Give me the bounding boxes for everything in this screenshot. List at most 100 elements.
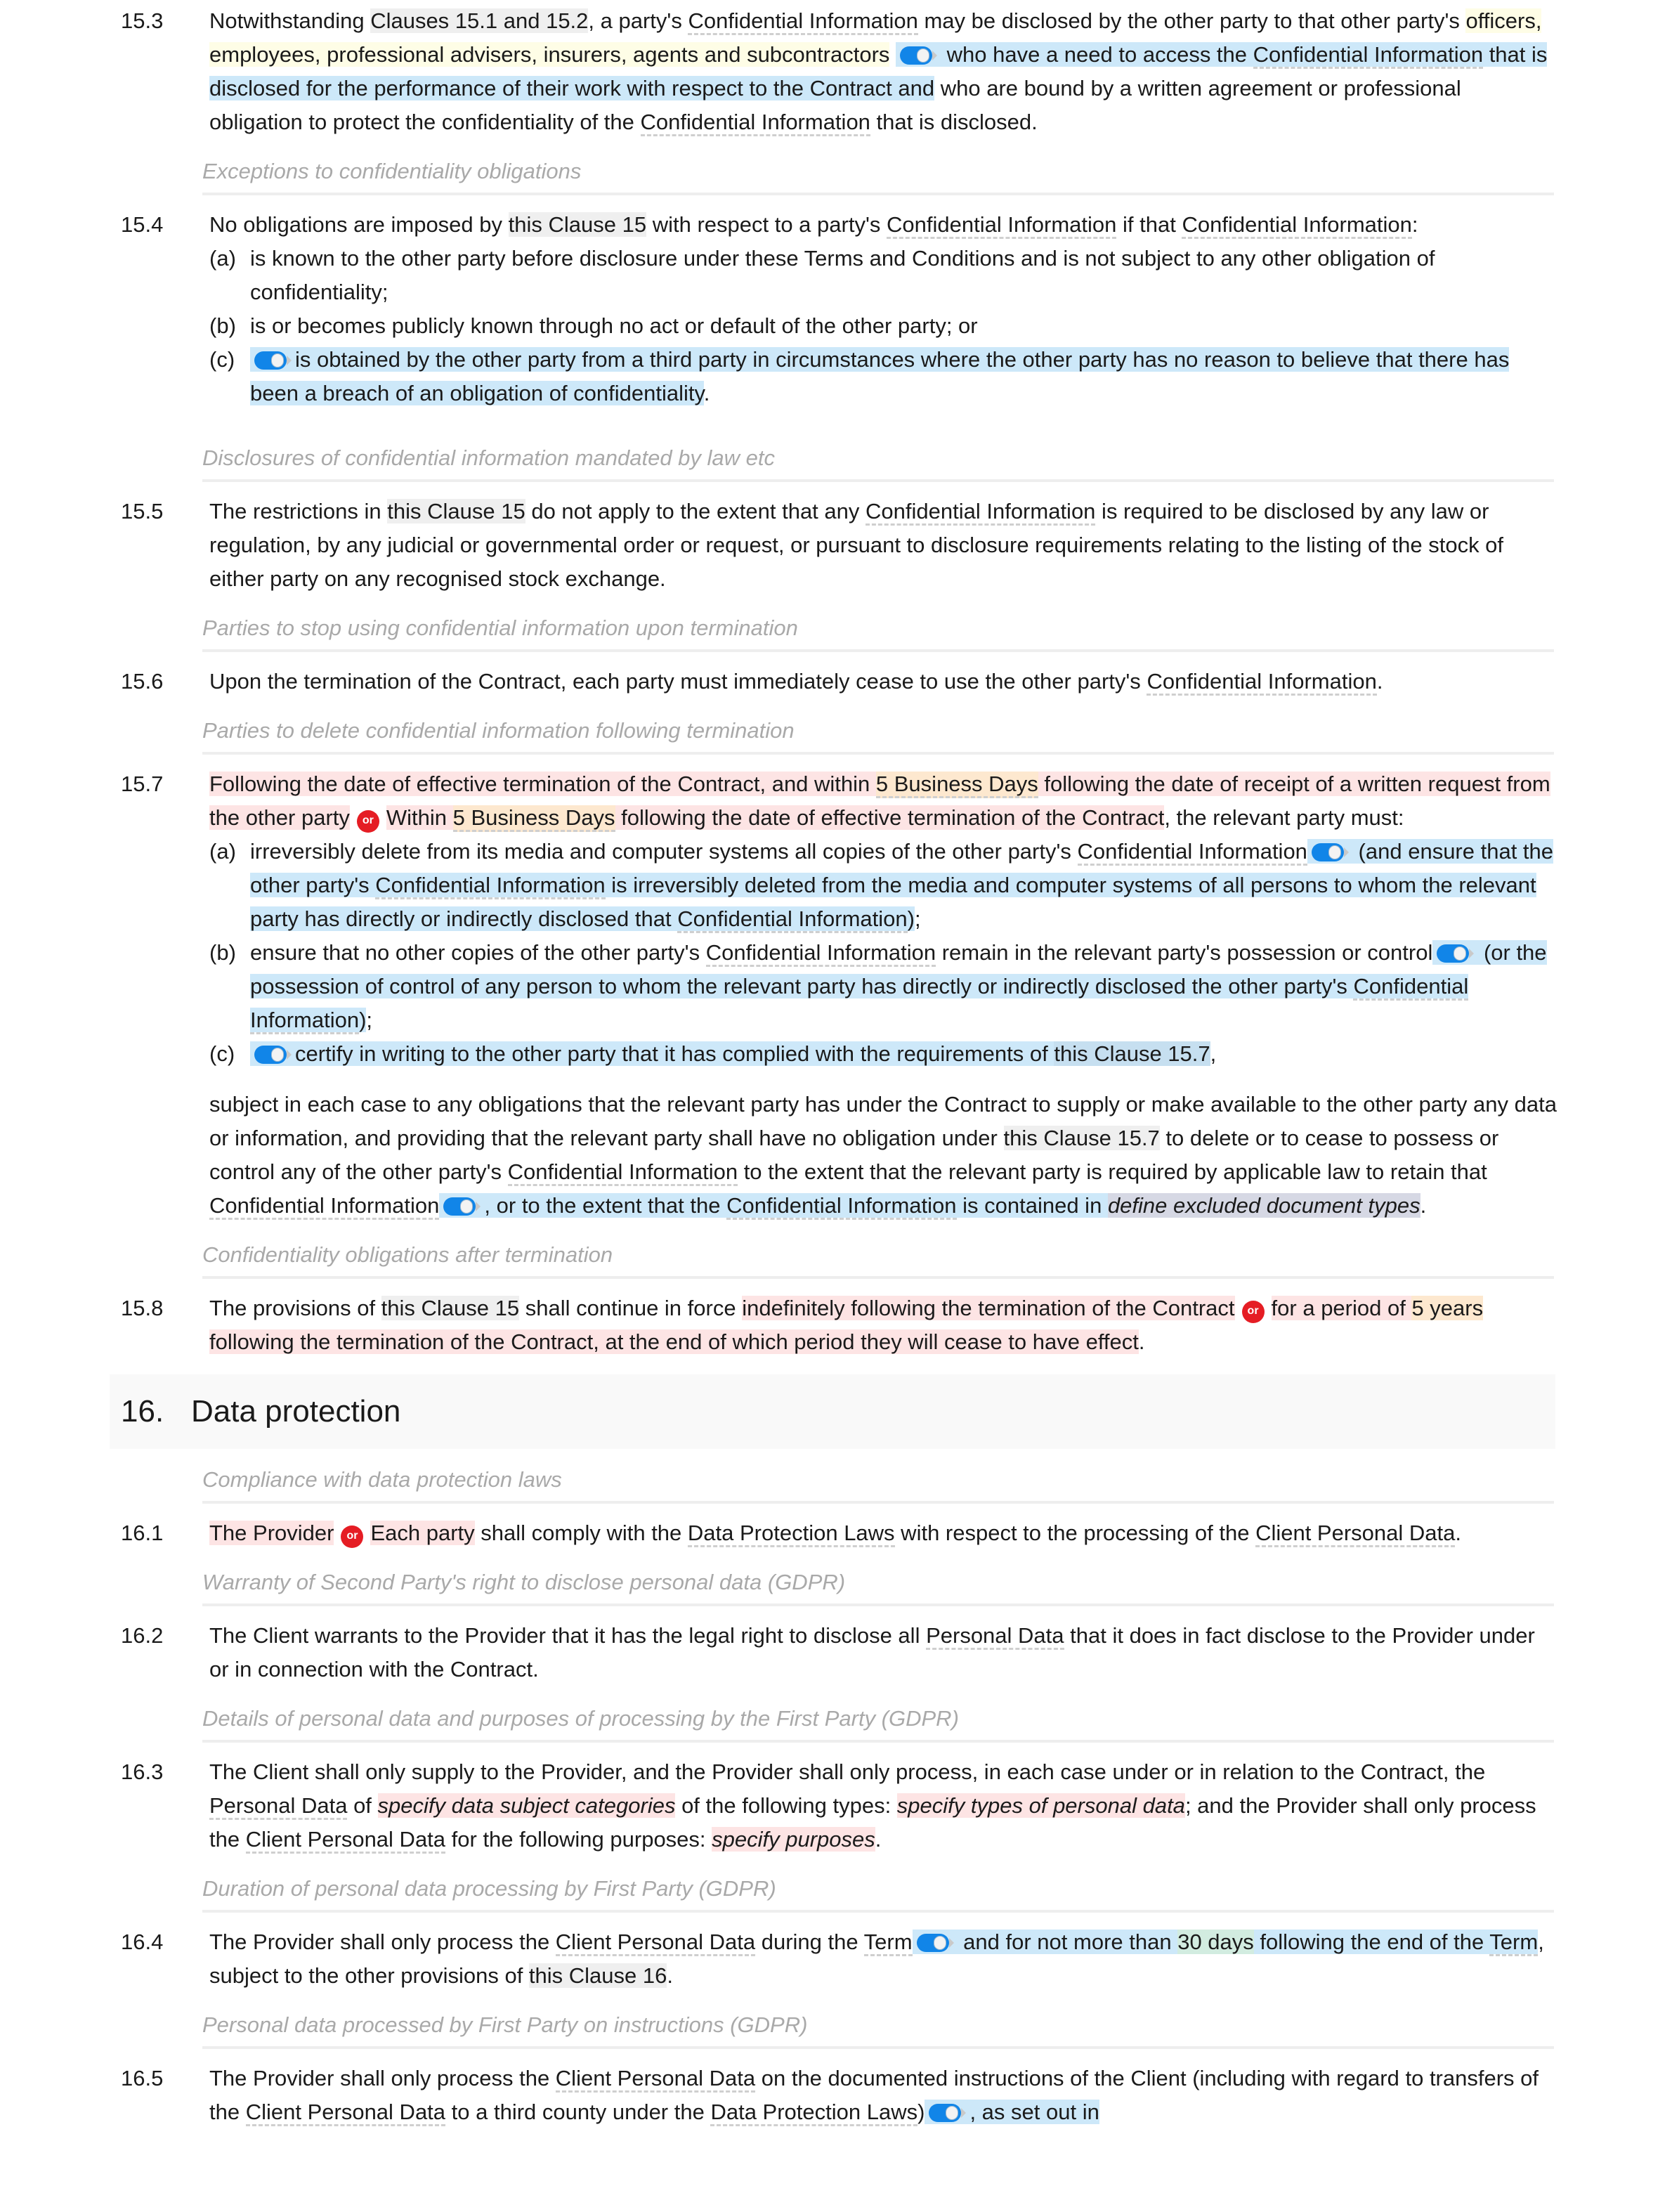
text: Upon the termination of the Contract, ea… [209, 669, 1147, 694]
option-toggle[interactable] [1437, 944, 1475, 963]
option-toggle[interactable] [929, 2104, 967, 2122]
text: with respect to a party's [646, 212, 887, 237]
text: ; [366, 1008, 373, 1032]
alternative-text[interactable]: indefinitely following the termination o… [742, 1296, 1235, 1320]
placeholder-field[interactable]: specify types of personal data [896, 1793, 1185, 1818]
variable-value[interactable]: 5 Business Days [452, 805, 615, 832]
clause-heading-note: Warranty of Second Party's right to disc… [202, 1566, 1554, 1606]
option-toggle[interactable] [254, 351, 292, 370]
defined-term[interactable]: Term [1489, 1930, 1539, 1956]
variable-value[interactable]: 5 years [1411, 1296, 1484, 1320]
defined-term[interactable]: Confidential Information [209, 1193, 440, 1220]
option-toggle[interactable] [900, 46, 938, 65]
or-badge[interactable]: or [356, 810, 379, 833]
defined-term[interactable]: Personal Data [209, 1793, 348, 1820]
defined-term[interactable]: Confidential Information [726, 1193, 957, 1220]
placeholder-field[interactable]: specify data subject categories [377, 1793, 676, 1818]
clause-heading-note: Disclosures of confidential information … [202, 441, 1554, 482]
alternative-text[interactable]: Within 5 Business Days following the dat… [386, 805, 1165, 832]
text: for the following purposes: [445, 1827, 712, 1852]
text: : [1411, 212, 1418, 237]
cross-reference[interactable]: this Clause 15 [381, 1296, 520, 1320]
toggle-arrow-icon [476, 1202, 481, 1211]
clause-heading-note: Compliance with data protection laws [202, 1463, 1554, 1504]
toggle-knob [917, 48, 930, 63]
defined-term[interactable]: Data Protection Laws [710, 2100, 918, 2126]
text: remain in the relevant party's possessio… [936, 940, 1433, 965]
cross-reference[interactable]: this Clause 15 [508, 212, 647, 237]
defined-term[interactable]: Personal Data [926, 1623, 1064, 1650]
cross-reference[interactable]: this Clause 15 [387, 499, 525, 523]
sub-item-text: certify in writing to the other party th… [250, 1037, 1560, 1071]
sub-item-b: (b) ensure that no other copies of the o… [209, 936, 1560, 1037]
defined-term[interactable]: Client Personal Data [1255, 1521, 1456, 1547]
text: irreversibly delete from its media and c… [250, 839, 1078, 864]
defined-term[interactable]: Confidential Information [677, 906, 908, 933]
sub-item-a: (a) irreversibly delete from its media a… [209, 835, 1560, 936]
sub-item-text: is obtained by the other party from a th… [250, 343, 1560, 410]
defined-term[interactable]: Confidential Information [688, 8, 918, 35]
option-toggle[interactable] [254, 1046, 292, 1064]
clause-text: The restrictions in this Clause 15 do no… [209, 495, 1560, 596]
defined-term[interactable]: Confidential Information [705, 940, 936, 967]
defined-term[interactable]: Client Personal Data [245, 2100, 446, 2126]
section-title: Data protection [191, 1394, 401, 1429]
text: following the date of effective terminat… [615, 805, 1165, 830]
placeholder-field[interactable]: define excluded document types [1107, 1193, 1420, 1218]
defined-term[interactable]: Confidential Information [1182, 212, 1412, 239]
defined-term[interactable]: Confidential Information [375, 873, 606, 899]
or-badge[interactable]: or [341, 1525, 364, 1548]
defined-term[interactable]: Confidential Information [1253, 42, 1484, 69]
clause-15-8: 15.8 The provisions of this Clause 15 sh… [112, 1292, 1560, 1359]
text: ) [359, 1008, 367, 1032]
text: to a third county under the [445, 2100, 711, 2124]
text: Notwithstanding [209, 8, 371, 33]
clause-heading-note: Confidentiality obligations after termin… [202, 1238, 1554, 1279]
text: do not apply to the extent that any [525, 499, 866, 523]
cross-reference[interactable]: this Clause 15.7 [1003, 1126, 1160, 1150]
option-toggle[interactable] [443, 1197, 481, 1216]
text: . [667, 1963, 673, 1988]
text: The provisions of [209, 1296, 381, 1320]
alternative-text[interactable]: Each party [370, 1521, 475, 1545]
clause-heading-note: Exceptions to confidentiality obligation… [202, 155, 1554, 195]
cross-reference[interactable]: this Clause 16 [528, 1963, 667, 1988]
defined-term[interactable]: Term [863, 1930, 913, 1956]
option-toggle[interactable] [916, 1934, 954, 1952]
clause-heading-note: Parties to stop using confidential infor… [202, 611, 1554, 652]
toggle-knob [271, 1048, 284, 1062]
clause-16-2: 16.2 The Client warrants to the Provider… [112, 1619, 1560, 1686]
toggle-arrow-icon [961, 2108, 967, 2118]
clause-text: The provisions of this Clause 15 shall c… [209, 1292, 1560, 1359]
alternative-text[interactable]: The Provider [209, 1521, 334, 1545]
clause-number: 16.5 [121, 2066, 164, 2090]
defined-term[interactable]: Confidential Information [1077, 839, 1307, 866]
sub-item-label: (a) [209, 839, 236, 864]
cross-reference[interactable]: this Clause 15.7 [1054, 1041, 1210, 1066]
clause-15-5: 15.5 The restrictions in this Clause 15 … [112, 495, 1560, 596]
text: , or to the extent that the [484, 1193, 727, 1218]
defined-term[interactable]: Client Personal Data [245, 1827, 446, 1854]
defined-term[interactable]: Confidential Information [1147, 669, 1377, 696]
text: , [1210, 1041, 1217, 1066]
toggle-knob [1454, 946, 1467, 961]
text: Within [386, 805, 453, 830]
text: . [703, 381, 710, 405]
defined-term[interactable]: Confidential Information [507, 1159, 738, 1186]
or-badge[interactable]: or [1241, 1301, 1265, 1323]
cross-reference[interactable]: Clauses 15.1 and 15.2 [370, 8, 589, 33]
variable-value[interactable]: 30 days [1177, 1930, 1254, 1954]
defined-term[interactable]: Client Personal Data [555, 2066, 756, 2093]
defined-term[interactable]: Confidential Information [887, 212, 1117, 239]
placeholder-field[interactable]: specify purposes [712, 1827, 875, 1852]
sub-item-label: (b) [209, 313, 236, 338]
text: No obligations are imposed by [209, 212, 509, 237]
defined-term[interactable]: Confidential Information [640, 110, 870, 136]
variable-value[interactable]: 5 Business Days [875, 772, 1038, 798]
defined-term[interactable]: Data Protection Laws [687, 1521, 895, 1547]
option-toggle[interactable] [1311, 843, 1349, 861]
clause-text: No obligations are imposed by this Claus… [209, 208, 1560, 410]
defined-term[interactable]: Confidential Information [866, 499, 1096, 526]
defined-term[interactable]: Client Personal Data [555, 1930, 756, 1956]
sub-item-text: irreversibly delete from its media and c… [250, 835, 1560, 936]
